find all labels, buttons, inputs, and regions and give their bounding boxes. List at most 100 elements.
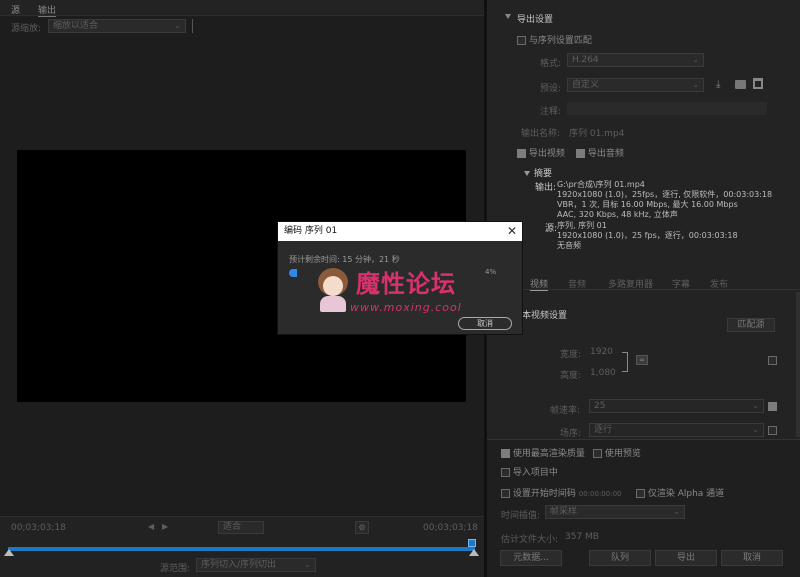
- render-alpha-checkbox[interactable]: [636, 489, 645, 498]
- timecode-right: 00;03;03;18: [423, 523, 478, 533]
- comment-label: 注释:: [540, 107, 562, 117]
- width-label: 宽度:: [560, 350, 582, 360]
- tab-captions[interactable]: 字幕: [672, 277, 690, 290]
- timeline-track[interactable]: [8, 547, 475, 551]
- height-label: 高度:: [560, 371, 582, 381]
- mark-out-icon[interactable]: ▶: [162, 522, 168, 531]
- max-render-row[interactable]: 使用最高渲染质量: [501, 446, 585, 459]
- settings-icon[interactable]: ⚙: [355, 521, 369, 534]
- tab-source[interactable]: 源: [11, 3, 20, 16]
- playhead-icon[interactable]: [468, 539, 476, 547]
- comment-input[interactable]: [567, 102, 767, 115]
- export-button[interactable]: 导出: [655, 550, 717, 566]
- import-project-label: 导入项目中: [512, 468, 558, 478]
- tab-multiplexer[interactable]: 多路复用器: [608, 277, 653, 290]
- watermark-avatar: [314, 266, 352, 312]
- import-preset-icon[interactable]: [735, 80, 746, 89]
- tab-bar: [0, 0, 484, 16]
- match-sequence-row[interactable]: 与序列设置匹配: [517, 33, 592, 46]
- tab-video[interactable]: 视频: [530, 277, 549, 291]
- in-point-icon[interactable]: [4, 549, 14, 556]
- scrollbar[interactable]: [796, 292, 800, 437]
- time-interp-select[interactable]: 帧采样 ⌄: [545, 505, 685, 519]
- dialog-title: 编码 序列 01: [284, 226, 338, 236]
- summary-output-label: 输出:: [535, 183, 557, 193]
- width-height-checkbox[interactable]: [768, 356, 777, 365]
- source-range-value: 序列切入/序列切出: [201, 560, 277, 570]
- dialog-cancel-button[interactable]: 取消: [458, 317, 512, 330]
- tab-output[interactable]: 输出: [38, 3, 57, 17]
- match-sequence-checkbox[interactable]: [517, 36, 526, 45]
- import-project-checkbox[interactable]: [501, 468, 510, 477]
- field-select[interactable]: 逐行 ⌄: [589, 423, 764, 437]
- preset-label: 预设:: [540, 84, 562, 94]
- chevron-down-icon: ⌄: [692, 80, 699, 89]
- export-video-row[interactable]: 导出视频: [517, 146, 565, 159]
- cancel-button[interactable]: 取消: [721, 550, 783, 566]
- export-video-checkbox[interactable]: [517, 149, 526, 158]
- close-icon[interactable]: ✕: [507, 222, 517, 241]
- start-tc-value: 00:00:00:00: [578, 490, 622, 498]
- export-audio-row[interactable]: 导出音频: [576, 146, 624, 159]
- chevron-down-icon: ⌄: [174, 21, 181, 30]
- export-audio-label: 导出音频: [587, 149, 624, 159]
- render-alpha-label: 仅渲染 Alpha 通道: [647, 489, 725, 499]
- match-source-button[interactable]: 匹配源: [727, 318, 775, 332]
- delete-preset-icon[interactable]: [753, 78, 763, 89]
- summary-collapse-icon[interactable]: [524, 171, 530, 176]
- output-name-link[interactable]: 序列 01.mp4: [569, 126, 624, 139]
- width-value[interactable]: 1920: [590, 347, 613, 357]
- summary-output-line: VBR，1 次, 目标 16.00 Mbps, 最大 16.00 Mbps: [557, 200, 738, 209]
- metadata-button[interactable]: 元数据...: [500, 550, 562, 566]
- source-scaling-value: 缩放以适合: [53, 21, 99, 31]
- summary-output-line: 1920x1080 (1.0)，25fps，逐行, 仅限软件，00:03:03:…: [557, 190, 773, 199]
- watermark-title: 魔性论坛: [356, 269, 456, 298]
- fit-value: 适合: [223, 522, 242, 532]
- summary-output-lines: G:\pr合成\序列 01.mp4 1920x1080 (1.0)，25fps，…: [557, 180, 772, 220]
- export-audio-checkbox[interactable]: [576, 149, 585, 158]
- use-preview-label: 使用预览: [604, 449, 641, 459]
- save-preset-icon[interactable]: ⤓: [716, 79, 720, 90]
- video-settings-title: 本视频设置: [522, 311, 568, 321]
- link-icon[interactable]: ∞: [636, 355, 648, 365]
- divider: [192, 19, 193, 33]
- chevron-down-icon: ⌄: [304, 560, 311, 569]
- fps-checkbox[interactable]: [768, 402, 777, 411]
- match-sequence-label: 与序列设置匹配: [528, 36, 592, 46]
- tab-audio[interactable]: 音频: [568, 277, 586, 290]
- queue-button[interactable]: 队列: [589, 550, 651, 566]
- time-interp-value: 帧采样: [550, 507, 578, 517]
- export-settings-title: 导出设置: [517, 15, 554, 25]
- export-settings-collapse-icon[interactable]: [505, 14, 511, 19]
- render-alpha-row[interactable]: 仅渲染 Alpha 通道: [636, 486, 724, 499]
- use-preview-checkbox[interactable]: [593, 449, 602, 458]
- fps-select[interactable]: 25 ⌄: [589, 399, 764, 413]
- chevron-down-icon: ⌄: [673, 507, 680, 516]
- fit-select[interactable]: 适合: [218, 521, 264, 534]
- source-scaling-select[interactable]: 缩放以适合 ⌄: [48, 19, 186, 33]
- time-interp-label: 时间插值:: [501, 511, 541, 521]
- max-render-label: 使用最高渲染质量: [512, 449, 585, 459]
- use-preview-row[interactable]: 使用预览: [593, 446, 641, 459]
- mark-in-icon[interactable]: ◀: [148, 522, 154, 531]
- aspect-bracket: [622, 352, 628, 372]
- import-project-row[interactable]: 导入项目中: [501, 465, 558, 478]
- summary-source-line: 无音频: [557, 241, 581, 250]
- start-tc-checkbox[interactable]: [501, 489, 510, 498]
- format-select[interactable]: H.264 ⌄: [567, 53, 704, 67]
- height-value[interactable]: 1,080: [590, 368, 616, 378]
- start-tc-label: 设置开始时间码: [512, 489, 576, 499]
- source-range-label: 源范围:: [160, 564, 191, 574]
- start-tc-row[interactable]: 设置开始时间码 00:00:00:00: [501, 486, 621, 499]
- out-point-icon[interactable]: [469, 549, 479, 556]
- source-range-select[interactable]: 序列切入/序列切出 ⌄: [196, 558, 316, 572]
- summary-output-line: G:\pr合成\序列 01.mp4: [557, 180, 645, 189]
- max-render-checkbox[interactable]: [501, 449, 510, 458]
- preset-select[interactable]: 自定义 ⌄: [567, 78, 704, 92]
- source-scaling-label: 源缩放:: [11, 24, 42, 34]
- timecode-left: 00;03;03;18: [11, 523, 66, 533]
- export-video-label: 导出视频: [528, 149, 565, 159]
- preset-value: 自定义: [572, 80, 600, 90]
- field-checkbox[interactable]: [768, 426, 777, 435]
- tab-publish[interactable]: 发布: [710, 277, 728, 290]
